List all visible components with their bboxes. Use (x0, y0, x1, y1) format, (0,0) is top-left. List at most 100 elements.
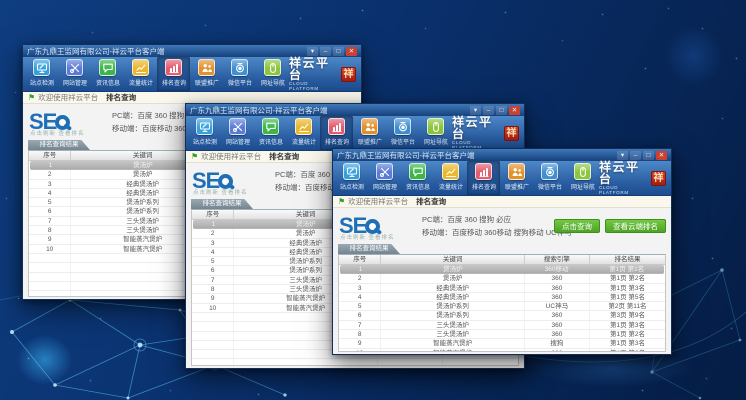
table-cell: 8 (29, 226, 71, 234)
column-header: 排名结果 (590, 255, 665, 264)
minimize-button[interactable]: – (630, 151, 641, 160)
toolbar-item-site-manage[interactable]: 网站管理 (58, 57, 91, 91)
table-cell (378, 359, 443, 365)
action-buttons: 点击查询查看云端排名 (554, 219, 666, 233)
toolbar-item-label: 排名查询 (325, 136, 349, 145)
toolbar-item-wechat-platform[interactable]: 微信平台 (533, 161, 566, 195)
tab-rank-results[interactable]: 排名查询结果 (191, 199, 253, 209)
table-row[interactable]: 4经典煲汤炉360第1页 第5名 (339, 293, 665, 302)
toolbar-item-label: 网站管理 (373, 181, 397, 190)
toolbar-item-site-nav[interactable]: 网址导航 (256, 57, 289, 91)
query-button[interactable]: 点击查询 (554, 219, 600, 233)
table-cell (192, 359, 234, 365)
welcome-section-label: 排名查询 (416, 196, 446, 207)
tab-rank-results[interactable]: 排名查询结果 (28, 140, 90, 150)
toolbar-item-label: 联盟推广 (358, 136, 382, 145)
table-row[interactable]: 9智能蒸汽煲炉搜狗第1页 第3名 (339, 339, 665, 348)
bar-chart-icon (475, 163, 492, 180)
toolbar-item-wechat-platform[interactable]: 微信平台 (386, 116, 419, 150)
table-row[interactable]: 1煲汤炉360移动第1页 第1名 (340, 265, 664, 274)
bar-chart-icon (165, 59, 182, 76)
toolbar-item-traffic-stats[interactable]: 流量统计 (434, 161, 467, 195)
table-cell (29, 291, 71, 296)
minimize-button[interactable]: – (483, 106, 494, 115)
close-button[interactable]: ✕ (509, 106, 520, 115)
skin-button[interactable]: ▾ (470, 106, 481, 115)
table-cell: 360 (525, 311, 590, 319)
table-cell (29, 273, 71, 281)
tab-rank-results[interactable]: 排名查询结果 (338, 244, 400, 254)
toolbar-item-label: 资讯信息 (259, 136, 283, 145)
table-row[interactable]: 10智能蒸汽煲炉360第1页 第3名 (339, 349, 665, 351)
toolbar-item-info-publish[interactable]: 资讯信息 (254, 116, 287, 150)
table-row[interactable]: 6煲汤炉系列360第3页 第9名 (339, 311, 665, 320)
brand-logo: 祥云平台 CLOUD PLATFORM 祥 (452, 116, 522, 150)
brand-text: 祥云平台 CLOUD PLATFORM (599, 161, 648, 195)
toolbar-item-label: 网站管理 (63, 77, 87, 86)
toolbar-item-label: 站点检测 (30, 77, 54, 86)
toolbar-item-rank-query[interactable]: 排名查询 (157, 57, 190, 91)
toolbar-item-label: 网址导航 (571, 181, 595, 190)
table-cell: 搜狗 (525, 339, 590, 347)
table-cell: 4 (29, 189, 71, 197)
toolbar-item-rank-query[interactable]: 排名查询 (320, 116, 353, 150)
toolbar-item-site-check[interactable]: 站点检测 (335, 161, 368, 195)
line-chart-icon (442, 163, 459, 180)
skin-button[interactable]: ▾ (617, 151, 628, 160)
toolbar-item-info-publish[interactable]: 资讯信息 (91, 57, 124, 91)
close-button[interactable]: ✕ (346, 47, 357, 56)
maximize-button[interactable]: □ (643, 151, 654, 160)
table-cell: 3 (192, 239, 234, 247)
table-cell: 5 (339, 302, 381, 310)
brand-logo: 祥云平台 CLOUD PLATFORM 祥 (599, 161, 669, 195)
brand-logo: 祥云平台 CLOUD PLATFORM 祥 (289, 57, 359, 91)
table-cell: 7 (29, 217, 71, 225)
table-cell: 1 (193, 220, 235, 228)
window-title: 广东九鼎王监网有限公司-祥云平台客户端 (337, 150, 475, 161)
toolbar-item-site-nav[interactable]: 网址导航 (566, 161, 599, 195)
toolbar-items: 站点检测网站管理资讯信息流量统计排名查询联盟推广微信平台网址导航 (188, 116, 452, 150)
table-cell: 煲汤炉 (382, 265, 525, 273)
toolbar-item-alliance-promo[interactable]: 联盟推广 (190, 57, 223, 91)
magnifier-icon (218, 174, 233, 189)
toolbar-item-label: 联盟推广 (195, 77, 219, 86)
toolbar-item-site-nav[interactable]: 网址导航 (419, 116, 452, 150)
toolbar-item-traffic-stats[interactable]: 流量统计 (287, 116, 320, 150)
toolbar-item-site-check[interactable]: 站点检测 (25, 57, 58, 91)
column-header: 搜索引擎 (525, 255, 590, 264)
toolbar-item-wechat-platform[interactable]: 微信平台 (223, 57, 256, 91)
toolbar-item-traffic-stats[interactable]: 流量统计 (124, 57, 157, 91)
toolbar-item-label: 流量统计 (439, 181, 463, 190)
table-body: 1煲汤炉360移动第1页 第1名2煲汤炉360第1页 第2名3经典煲汤炉360第… (339, 265, 665, 351)
toolbar-item-alliance-promo[interactable]: 联盟推广 (353, 116, 386, 150)
toolbar-item-label: 资讯信息 (96, 77, 120, 86)
maximize-button[interactable]: □ (496, 106, 507, 115)
toolbar-item-label: 网址导航 (261, 77, 285, 86)
maximize-button[interactable]: □ (333, 47, 344, 56)
toolbar-item-alliance-promo[interactable]: 联盟推广 (500, 161, 533, 195)
skin-button[interactable]: ▾ (307, 47, 318, 56)
table-row-empty (192, 359, 518, 365)
table-row[interactable]: 7三头煲汤炉360第1页 第3名 (339, 321, 665, 330)
table-cell: 第1页 第3名 (590, 321, 665, 329)
toolbar-item-info-publish[interactable]: 资讯信息 (401, 161, 434, 195)
seo-logo: SE 点击刷新 查看排名 (191, 170, 267, 192)
brand-name: 祥云平台 (452, 116, 501, 140)
table-cell: 2 (192, 229, 234, 237)
close-button[interactable]: ✕ (656, 151, 667, 160)
table-row[interactable]: 3经典煲汤炉360第1页 第3名 (339, 284, 665, 293)
table-row[interactable]: 2煲汤炉360第1页 第2名 (339, 274, 665, 283)
toolbar-item-site-manage[interactable]: 网站管理 (221, 116, 254, 150)
toolbar-item-site-check[interactable]: 站点检测 (188, 116, 221, 150)
brand-name: 祥云平台 (289, 57, 338, 81)
table-row[interactable]: 8三头煲汤炉360第1页 第2名 (339, 330, 665, 339)
toolbar-item-site-manage[interactable]: 网站管理 (368, 161, 401, 195)
table-cell (29, 263, 71, 271)
view-cloud-rank-button[interactable]: 查看云端排名 (605, 219, 666, 233)
column-header: 序号 (29, 151, 71, 160)
table-row[interactable]: 5煲汤炉系列UC神马第2页 第11名 (339, 302, 665, 311)
minimize-button[interactable]: – (320, 47, 331, 56)
table-cell: 经典煲汤炉 (381, 293, 524, 301)
table-cell: 第1页 第2名 (590, 274, 665, 282)
toolbar-item-rank-query[interactable]: 排名查询 (467, 161, 500, 195)
